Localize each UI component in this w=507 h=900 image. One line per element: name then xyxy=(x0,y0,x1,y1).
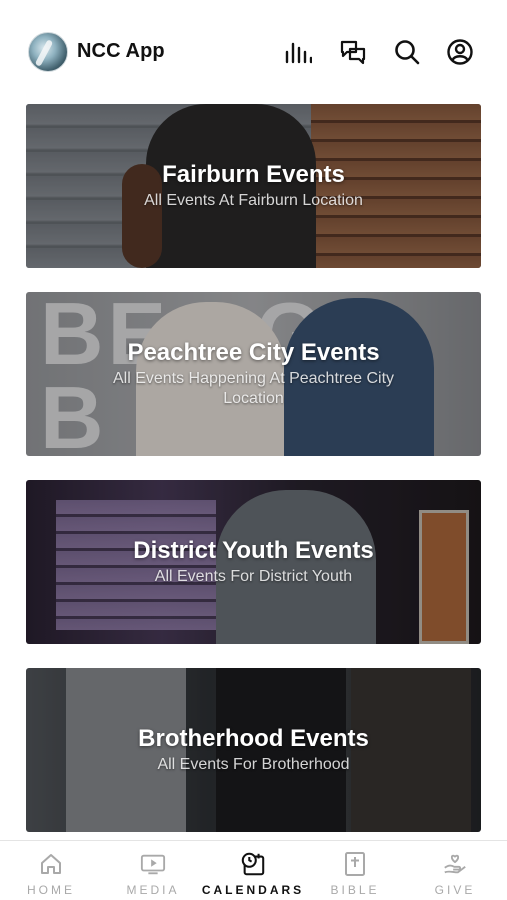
card-text: Peachtree City Events All Events Happeni… xyxy=(26,292,481,456)
card-text: District Youth Events All Events For Dis… xyxy=(26,480,481,644)
app-logo xyxy=(28,32,68,72)
calendar-icon xyxy=(240,851,266,877)
app-title: NCC App xyxy=(77,40,165,62)
event-card-brotherhood[interactable]: Brotherhood Events All Events For Brothe… xyxy=(26,668,481,832)
card-text: Brotherhood Events All Events For Brothe… xyxy=(26,668,481,832)
tab-label: HOME xyxy=(27,883,75,897)
tab-label: GIVE xyxy=(434,883,476,897)
bars-chart-icon[interactable] xyxy=(282,36,314,68)
app-screen: NCC App Fairburn Events All Events At Fa… xyxy=(0,0,507,900)
profile-icon[interactable] xyxy=(444,36,476,68)
home-icon xyxy=(38,851,64,877)
card-subtitle: All Events Happening At Peachtree City L… xyxy=(112,370,395,407)
card-title: Brotherhood Events xyxy=(138,725,369,752)
event-card-peachtree-city[interactable]: BE GB F Peachtree City Events All Events… xyxy=(26,292,481,456)
play-icon xyxy=(140,851,166,877)
tab-calendars[interactable]: CALENDARS xyxy=(201,841,305,900)
bible-icon xyxy=(342,851,368,877)
card-subtitle: All Events For District Youth xyxy=(154,568,353,585)
tab-label: CALENDARS xyxy=(201,883,305,897)
chat-bubbles-icon[interactable] xyxy=(337,36,369,68)
bottom-tab-bar: HOME MEDIA CALENDARS BIBLE GIVE xyxy=(0,840,507,900)
event-card-district-youth[interactable]: District Youth Events All Events For Dis… xyxy=(26,480,481,644)
card-title: Peachtree City Events xyxy=(127,339,380,366)
tab-home[interactable]: HOME xyxy=(1,841,101,900)
tab-give[interactable]: GIVE xyxy=(405,841,505,900)
tab-label: BIBLE xyxy=(330,883,380,897)
tab-media[interactable]: MEDIA xyxy=(103,841,203,900)
card-text: Fairburn Events All Events At Fairburn L… xyxy=(26,104,481,268)
give-hand-icon xyxy=(442,851,468,877)
tab-label: MEDIA xyxy=(126,883,180,897)
search-icon[interactable] xyxy=(391,36,423,68)
card-subtitle: All Events For Brotherhood xyxy=(157,756,350,773)
event-card-fairburn[interactable]: Fairburn Events All Events At Fairburn L… xyxy=(26,104,481,268)
card-title: District Youth Events xyxy=(133,537,374,564)
header: NCC App xyxy=(0,0,507,96)
card-title: Fairburn Events xyxy=(162,161,345,188)
card-subtitle: All Events At Fairburn Location xyxy=(144,192,363,209)
tab-bible[interactable]: BIBLE xyxy=(305,841,405,900)
